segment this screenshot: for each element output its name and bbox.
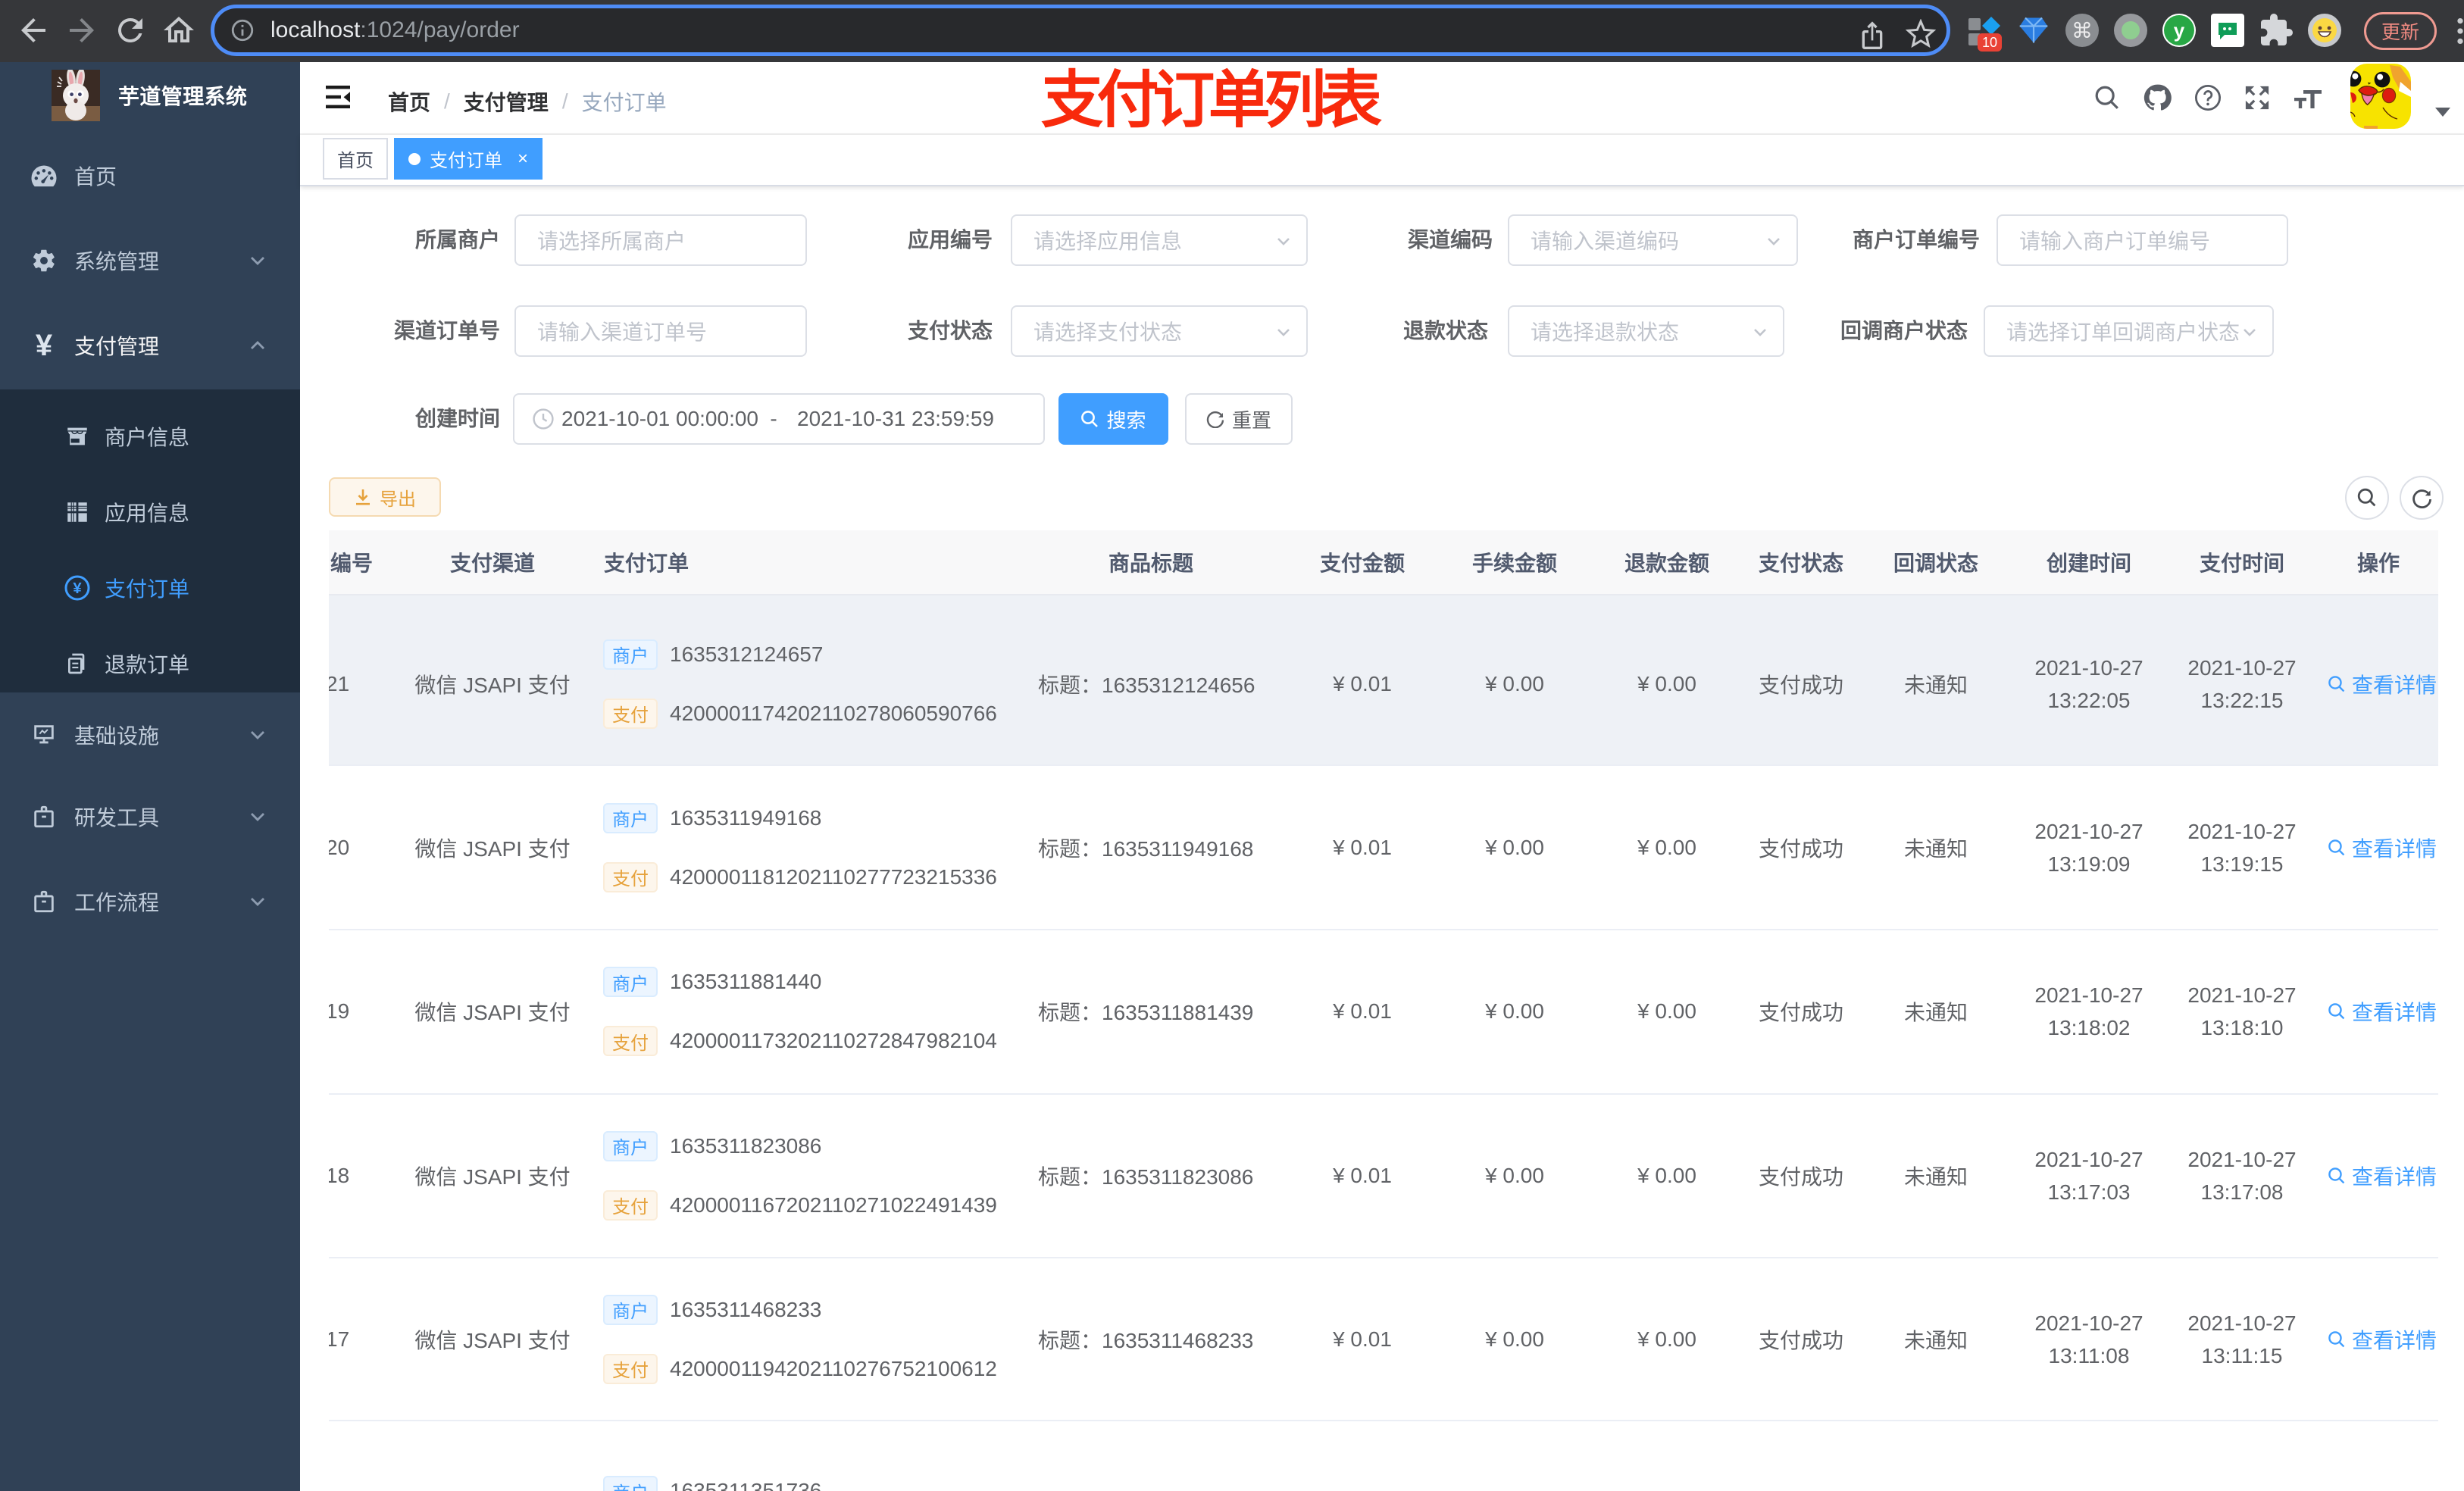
svg-text:y: y (2174, 19, 2185, 42)
svg-text:⌘: ⌘ (2072, 19, 2093, 42)
svg-text:¥: ¥ (73, 580, 82, 597)
